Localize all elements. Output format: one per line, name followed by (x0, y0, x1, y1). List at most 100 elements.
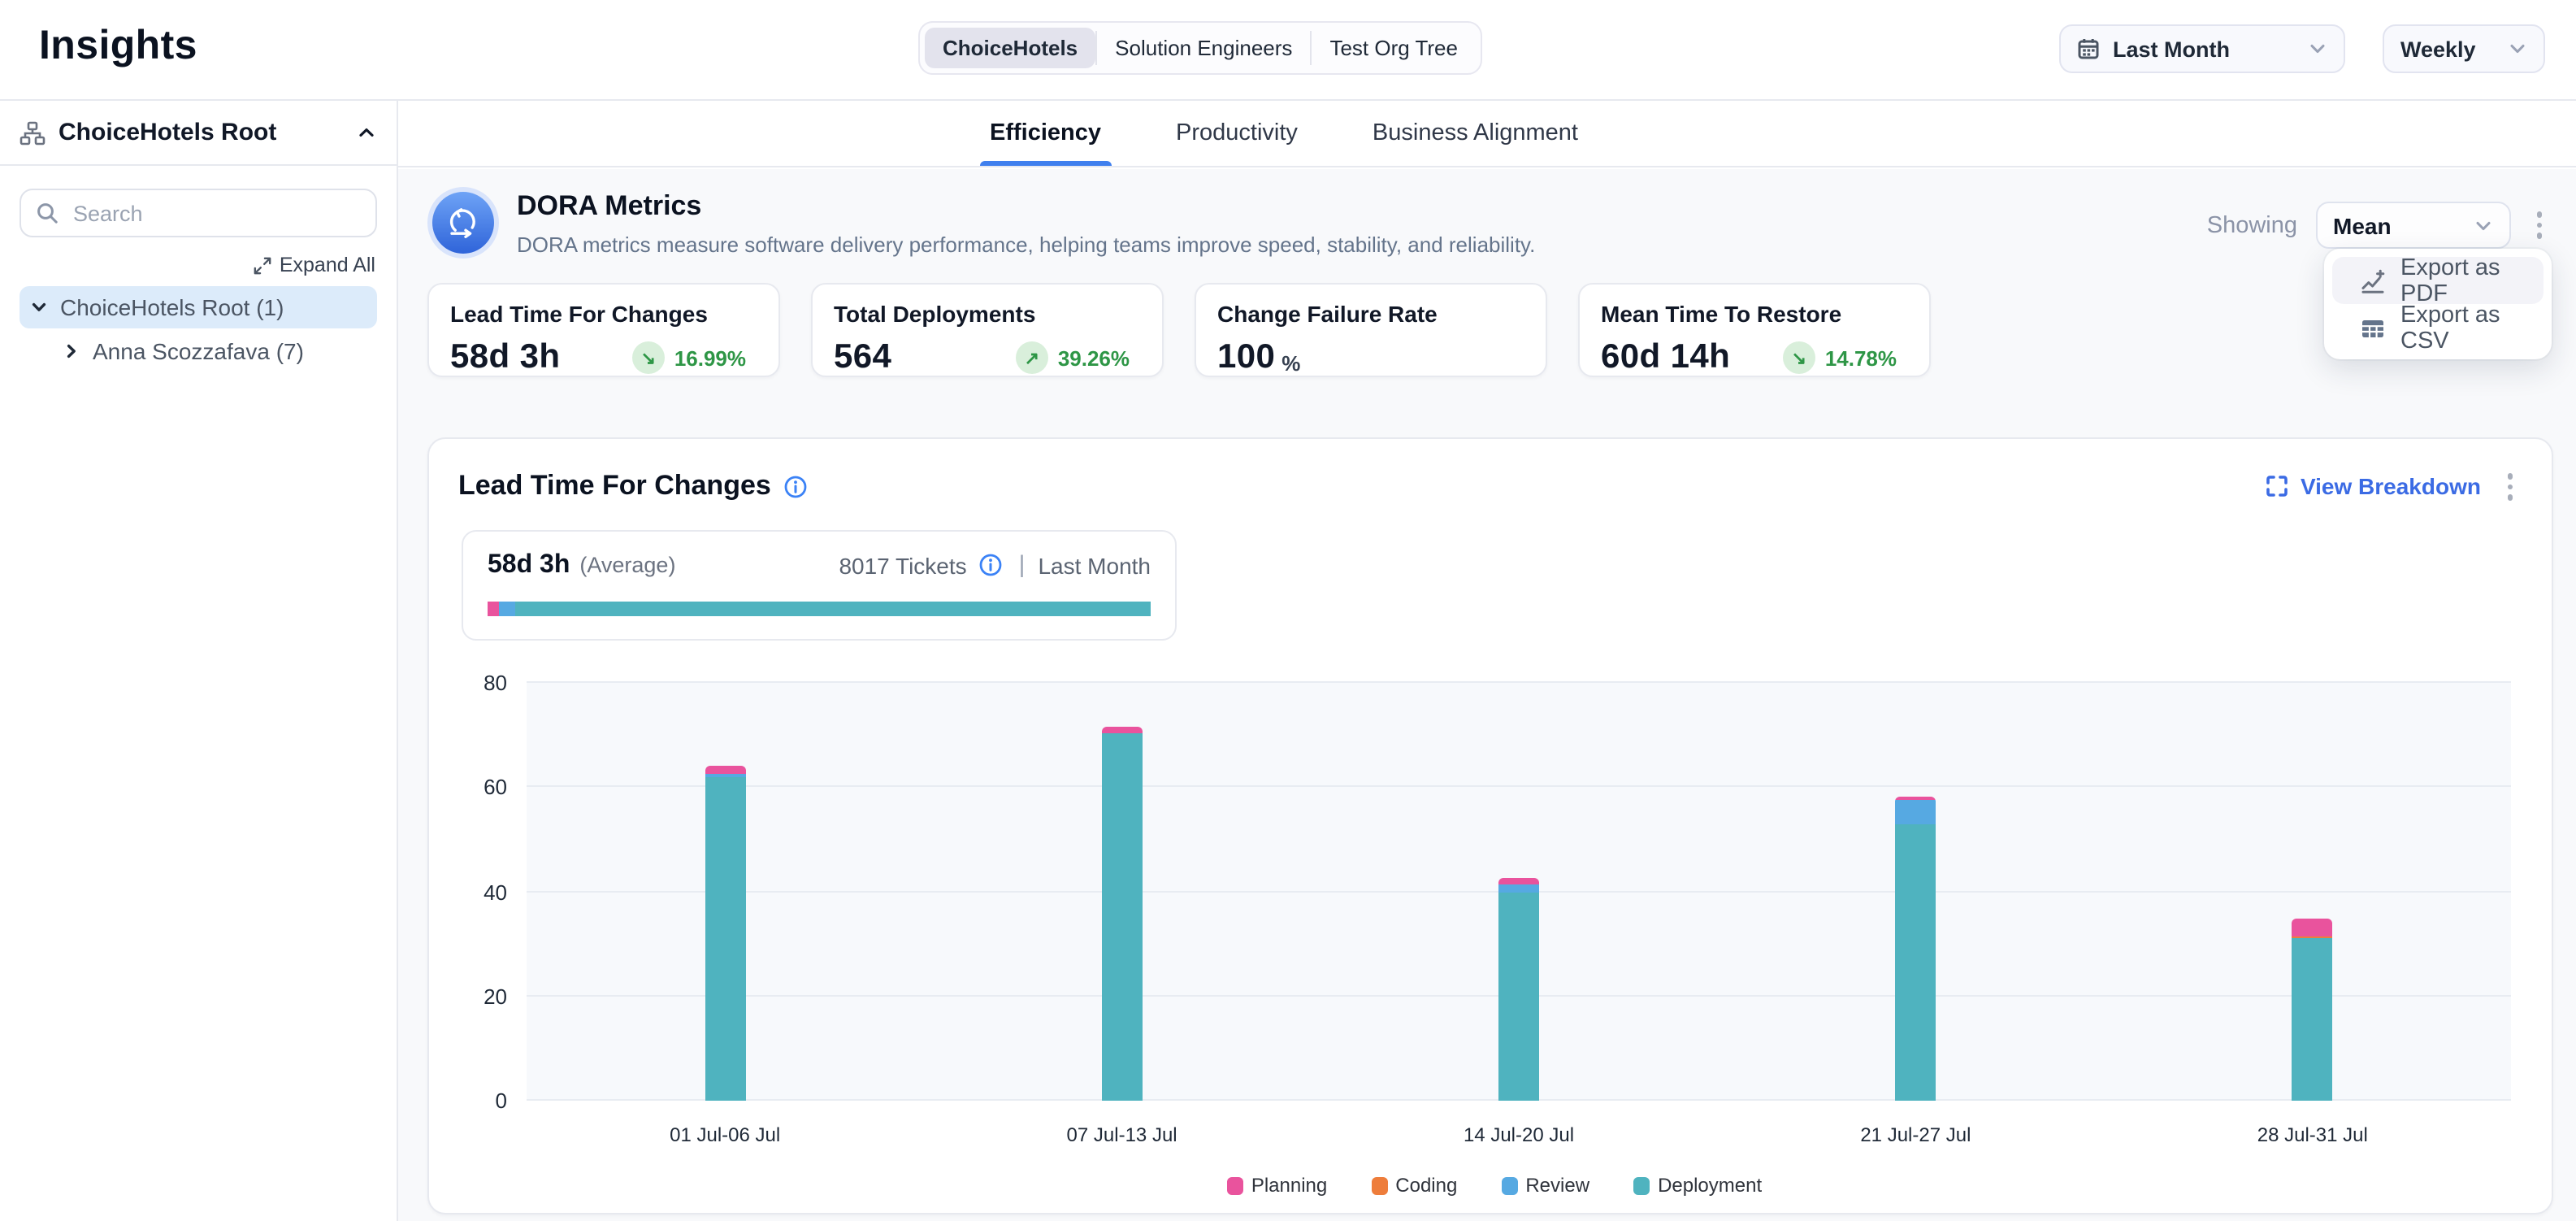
export-csv-item[interactable]: Export as CSV (2332, 304, 2543, 351)
card-lead-time: Lead Time For Changes 58d 3h ↘ 16.99% (427, 283, 780, 377)
tree-search-box (20, 189, 377, 237)
card-change-failure-rate: Change Failure Rate 100 % (1195, 283, 1547, 377)
tab-productivity[interactable]: Productivity (1173, 120, 1301, 166)
legend-item-deployment[interactable]: Deployment (1625, 1174, 1762, 1197)
expand-corners-icon (2266, 476, 2289, 498)
bar-segment-deployment (1895, 824, 1936, 1102)
tree-node-label: ChoiceHotels Root (1) (60, 294, 284, 320)
gridline (527, 681, 2511, 683)
view-breakdown-button[interactable]: View Breakdown (2255, 474, 2481, 500)
insights-dashboard: Insights ChoiceHotels Solution Engineers… (0, 0, 2576, 1221)
bar-segment-review (1498, 885, 1539, 892)
collapse-sidebar-icon[interactable] (356, 122, 377, 143)
y-tick-label: 40 (484, 880, 507, 904)
card-title: Lead Time For Changes (450, 301, 761, 327)
trend-down-arrow-icon: ↘ (632, 341, 665, 374)
org-tab-choicehotels[interactable]: ChoiceHotels (925, 28, 1095, 68)
average-summary-box: 58d 3h (Average) 8017 Tickets | Last Mon… (462, 529, 1177, 640)
top-header: Insights ChoiceHotels Solution Engineers… (0, 0, 2576, 101)
period-label: Last Month (1038, 552, 1151, 578)
card-unit: % (1281, 350, 1300, 375)
x-tick-label: 07 Jul-13 Jul (1067, 1123, 1177, 1146)
legend-item-review[interactable]: Review (1493, 1174, 1589, 1197)
date-range-select[interactable]: Last Month (2059, 24, 2345, 73)
legend-item-coding[interactable]: Coding (1363, 1174, 1457, 1197)
aggregation-value: Mean (2333, 212, 2392, 238)
average-label: (Average) (579, 553, 675, 577)
stacked-bar-5[interactable] (2292, 918, 2333, 1101)
search-input[interactable] (70, 199, 346, 227)
bar-segment-planning (705, 766, 745, 774)
legend-label: Planning (1251, 1174, 1327, 1197)
meta-separator: | (1019, 551, 1026, 579)
org-tab-solution-engineers[interactable]: Solution Engineers (1097, 28, 1310, 68)
chart-y-axis: 020406080 (462, 683, 510, 1101)
trend-down-arrow-icon: ↘ (1783, 341, 1815, 374)
legend-item-planning[interactable]: Planning (1219, 1174, 1327, 1197)
x-tick-label: 28 Jul-31 Jul (2257, 1123, 2368, 1146)
bar-segment-planning (2292, 918, 2333, 936)
dora-kebab-menu-button[interactable] (2526, 206, 2552, 246)
org-tree: ChoiceHotels Root (1) Anna Scozzafava (7… (0, 286, 397, 372)
export-menu: Export as PDF Export as CSV (2324, 249, 2552, 359)
expand-all-button[interactable]: Expand All (0, 254, 375, 276)
trend-badge: ↗ 39.26% (1016, 341, 1144, 374)
showing-label: Showing (2207, 212, 2297, 238)
tickets-count: 8017 Tickets (839, 552, 966, 578)
chevron-down-icon[interactable] (29, 298, 49, 317)
stacked-bar-2[interactable] (1102, 728, 1143, 1101)
y-tick-label: 0 (496, 1088, 507, 1113)
stacked-bar-1[interactable] (705, 766, 745, 1101)
chevron-down-icon (2508, 39, 2527, 59)
card-total-deployments: Total Deployments 564 ↗ 39.26% (811, 283, 1164, 377)
y-tick-label: 20 (484, 984, 507, 1009)
info-icon[interactable] (784, 475, 809, 499)
aggregation-select[interactable]: Mean (2315, 202, 2510, 249)
bar-segment-deployment (1102, 732, 1143, 1101)
stacked-bar-3[interactable] (1498, 877, 1539, 1101)
content-area: DORA Metrics DORA metrics measure softwa… (398, 169, 2576, 1221)
chevron-down-icon (2473, 215, 2492, 235)
x-tick-label: 01 Jul-06 Jul (670, 1123, 780, 1146)
chevron-right-icon[interactable] (62, 341, 81, 361)
metric-cards-row: Lead Time For Changes 58d 3h ↘ 16.99% To… (427, 283, 1931, 377)
card-value: 58d 3h (450, 338, 560, 377)
trend-percent: 14.78% (1825, 345, 1897, 370)
search-icon (36, 202, 59, 224)
info-icon[interactable] (978, 553, 1003, 577)
chart-plus-icon (2360, 267, 2386, 293)
org-tab-test-org-tree[interactable]: Test Org Tree (1312, 28, 1476, 68)
tree-node-child[interactable]: Anna Scozzafava (7) (52, 330, 377, 372)
showing-controls: Showing Mean (2207, 202, 2552, 249)
card-value: 564 (834, 338, 891, 377)
y-tick-label: 60 (484, 776, 507, 800)
x-tick-label: 14 Jul-20 Jul (1464, 1123, 1574, 1146)
progress-segment-deployment (515, 601, 1151, 615)
granularity-select[interactable]: Weekly (2383, 24, 2545, 73)
metric-tab-bar: Efficiency Productivity Business Alignme… (398, 101, 2576, 167)
org-tab-group: ChoiceHotels Solution Engineers Test Org… (918, 21, 1482, 75)
chart-kebab-menu-button[interactable] (2497, 467, 2522, 506)
bar-segment-deployment (705, 778, 745, 1101)
progress-segment-planning (488, 601, 498, 615)
tree-node-root[interactable]: ChoiceHotels Root (1) (20, 286, 377, 328)
chart-card-title: Lead Time For Changes (458, 471, 771, 503)
stacked-bar-4[interactable] (1895, 796, 1936, 1101)
page-title: Insights (39, 23, 197, 70)
org-hierarchy-icon (20, 119, 46, 146)
legend-color-chip (1633, 1176, 1650, 1194)
tab-efficiency[interactable]: Efficiency (987, 120, 1104, 166)
phase-progress-bar (488, 601, 1151, 615)
export-pdf-item[interactable]: Export as PDF (2332, 257, 2543, 304)
card-title: Change Failure Rate (1217, 301, 1528, 327)
progress-segment-review (498, 601, 515, 615)
x-tick-label: 21 Jul-27 Jul (1860, 1123, 1971, 1146)
tab-business-alignment[interactable]: Business Alignment (1369, 120, 1581, 166)
table-icon (2360, 315, 2386, 341)
chevron-down-icon (2308, 39, 2327, 59)
legend-label: Review (1525, 1174, 1589, 1197)
average-value: 58d 3h (488, 550, 570, 580)
legend-color-chip (1371, 1176, 1387, 1194)
chart-plot (527, 683, 2511, 1101)
calendar-icon (2077, 37, 2100, 60)
